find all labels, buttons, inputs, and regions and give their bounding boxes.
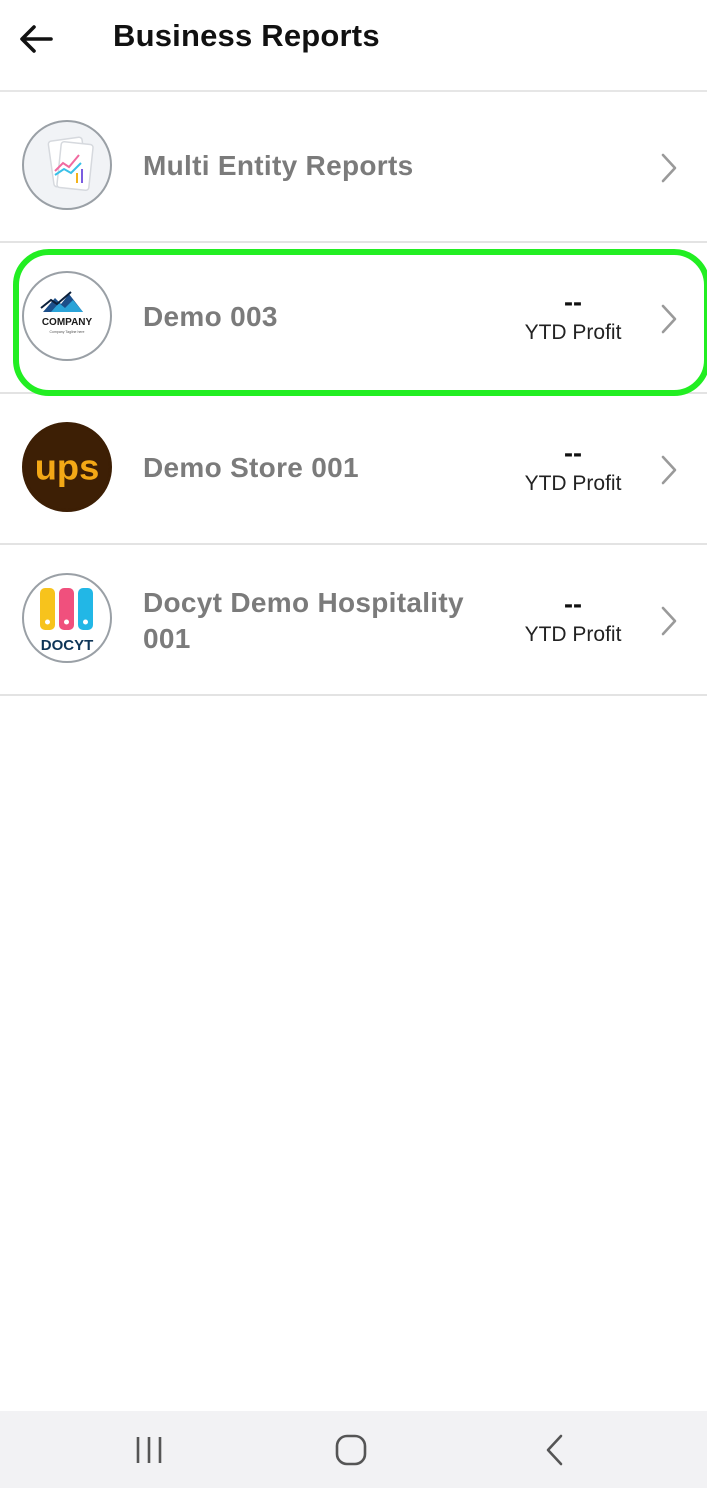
reports-chart-icon — [47, 136, 94, 191]
avatar: COMPANY Company Tagline here — [22, 271, 112, 361]
chevron-right-icon — [655, 301, 683, 337]
recent-apps-button[interactable] — [119, 1429, 179, 1471]
business-name: Multi Entity Reports — [143, 150, 414, 181]
ups-logo-icon: ups — [24, 424, 110, 510]
business-row-demo-003[interactable]: COMPANY Company Tagline here Demo 003 --… — [0, 243, 707, 396]
business-reports-screen: Business Reports Multi Entity Reports CO… — [0, 0, 707, 1488]
business-name: Demo Store 001 — [143, 452, 359, 483]
home-icon — [335, 1434, 367, 1466]
back-button[interactable] — [10, 14, 62, 64]
docyt-logo-icon: DOCYT — [40, 588, 94, 654]
back-chevron-icon — [546, 1434, 563, 1466]
ytd-profit-metric: -- YTD Profit — [510, 438, 636, 498]
metric-label: YTD Profit — [524, 321, 622, 344]
business-name-line-1: Docyt Demo Hospitality — [143, 587, 464, 618]
business-name: Demo 003 — [143, 301, 278, 332]
business-row-docyt-demo-hospitality-001[interactable]: DOCYT Docyt Demo Hospitality 001 -- YTD … — [0, 545, 707, 696]
ups-logo-text: ups — [35, 446, 100, 487]
avatar: DOCYT — [22, 573, 112, 663]
business-row-demo-store-001[interactable]: ups Demo Store 001 -- YTD Profit — [0, 394, 707, 545]
business-name: Docyt Demo Hospitality 001 — [143, 585, 483, 657]
home-button[interactable] — [321, 1429, 381, 1471]
metric-value: -- — [564, 438, 582, 468]
company-logo-tagline: Company Tagline here — [50, 330, 85, 334]
metric-label: YTD Profit — [524, 472, 622, 495]
business-row-multi-entity-reports[interactable]: Multi Entity Reports — [0, 92, 707, 243]
system-navigation-bar — [0, 1411, 707, 1488]
business-list: Multi Entity Reports COMPANY Company Tag… — [0, 92, 707, 696]
ytd-profit-metric: -- YTD Profit — [510, 589, 636, 649]
docyt-logo-text: DOCYT — [41, 637, 94, 654]
chevron-right-icon — [655, 603, 683, 639]
chevron-right-icon — [655, 150, 683, 186]
arrow-left-icon — [20, 25, 53, 53]
avatar: ups — [22, 422, 112, 512]
recent-apps-icon — [136, 1437, 162, 1463]
metric-value: -- — [564, 287, 582, 317]
chevron-right-icon — [655, 452, 683, 488]
avatar — [22, 120, 112, 210]
metric-value: -- — [564, 589, 582, 619]
business-name-line-2: 001 — [143, 623, 191, 654]
system-back-button[interactable] — [525, 1429, 585, 1471]
company-logo-icon: COMPANY Company Tagline here — [40, 291, 93, 334]
page-title: Business Reports — [113, 18, 380, 53]
app-header: Business Reports — [0, 0, 707, 92]
metric-label: YTD Profit — [524, 623, 622, 646]
ytd-profit-metric: -- YTD Profit — [510, 287, 636, 347]
company-logo-text: COMPANY — [42, 317, 93, 328]
